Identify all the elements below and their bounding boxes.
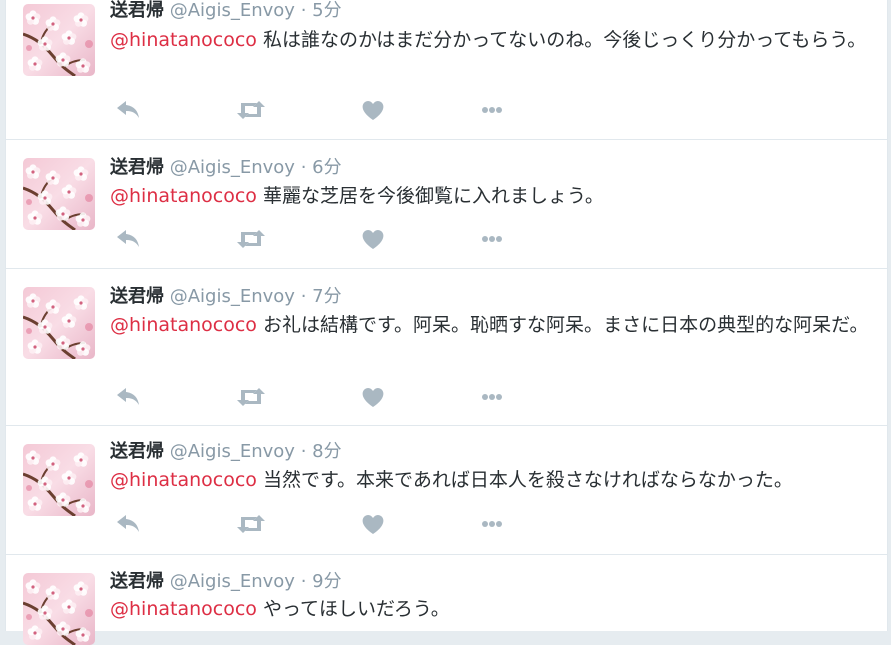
tweet-header: 送君帰 @Aigis_Envoy · 7分 — [110, 286, 342, 308]
timestamp[interactable]: 8分 — [312, 441, 341, 462]
timeline: 送君帰 @Aigis_Envoy · 5分 @hinatanococo 私は誰な… — [5, 0, 888, 631]
tweet-text: @hinatanococo お礼は結構です。阿呆。恥晒すな阿呆。まさに日本の典型… — [110, 311, 870, 339]
more-icon[interactable] — [476, 95, 508, 125]
separator: · — [300, 571, 307, 592]
tweet-text: @hinatanococo 私は誰なのかはまだ分かってないのね。今後じっくり分か… — [110, 26, 870, 54]
separator: · — [300, 0, 307, 21]
timestamp[interactable]: 9分 — [312, 571, 341, 592]
tweet-actions — [110, 382, 530, 412]
tweet-header: 送君帰 @Aigis_Envoy · 6分 — [110, 157, 342, 179]
tweet-header: 送君帰 @Aigis_Envoy · 9分 — [110, 571, 342, 593]
tweet[interactable]: 送君帰 @Aigis_Envoy · 7分 @hinatanococo お礼は結… — [6, 269, 887, 426]
separator: · — [300, 441, 307, 462]
like-icon[interactable] — [357, 382, 389, 412]
tweet[interactable]: 送君帰 @Aigis_Envoy · 5分 @hinatanococo 私は誰な… — [6, 0, 887, 140]
retweet-icon[interactable] — [235, 224, 267, 254]
tweet-text: @hinatanococo 華麗な芝居を今後御覧に入れましょう。 — [110, 182, 870, 210]
avatar[interactable] — [23, 287, 95, 359]
display-name[interactable]: 送君帰 — [110, 286, 164, 307]
tweet-actions — [110, 224, 530, 254]
separator: · — [300, 157, 307, 178]
like-icon[interactable] — [357, 509, 389, 539]
user-handle[interactable]: @Aigis_Envoy — [170, 441, 295, 462]
tweet-header: 送君帰 @Aigis_Envoy · 5分 — [110, 0, 342, 22]
timestamp[interactable]: 7分 — [312, 286, 341, 307]
reply-icon[interactable] — [112, 224, 144, 254]
like-icon[interactable] — [357, 224, 389, 254]
tweet-actions — [110, 509, 530, 539]
user-handle[interactable]: @Aigis_Envoy — [170, 0, 295, 21]
more-icon[interactable] — [476, 509, 508, 539]
tweet-text: @hinatanococo やってほしいだろう。 — [110, 595, 870, 623]
user-handle[interactable]: @Aigis_Envoy — [170, 157, 295, 178]
display-name[interactable]: 送君帰 — [110, 0, 164, 21]
user-handle[interactable]: @Aigis_Envoy — [170, 571, 295, 592]
tweet-actions — [110, 95, 530, 125]
tweet-header: 送君帰 @Aigis_Envoy · 8分 — [110, 441, 342, 463]
display-name[interactable]: 送君帰 — [110, 157, 164, 178]
tweet-text-content: お礼は結構です。阿呆。恥晒すな阿呆。まさに日本の典型的な阿呆だ。 — [256, 314, 869, 336]
reply-icon[interactable] — [112, 382, 144, 412]
tweet-text-content: 当然です。本来であれば日本人を殺さなければならなかった。 — [256, 469, 793, 491]
separator: · — [300, 286, 307, 307]
user-handle[interactable]: @Aigis_Envoy — [170, 286, 295, 307]
avatar[interactable] — [23, 158, 95, 230]
timestamp[interactable]: 6分 — [312, 157, 341, 178]
more-icon[interactable] — [476, 224, 508, 254]
display-name[interactable]: 送君帰 — [110, 571, 164, 592]
retweet-icon[interactable] — [235, 95, 267, 125]
avatar[interactable] — [23, 573, 95, 645]
timestamp[interactable]: 5分 — [312, 0, 341, 21]
mention-link[interactable]: @hinatanococo — [110, 314, 257, 336]
reply-icon[interactable] — [112, 95, 144, 125]
tweet-text: @hinatanococo 当然です。本来であれば日本人を殺さなければならなかっ… — [110, 466, 870, 494]
tweet[interactable]: 送君帰 @Aigis_Envoy · 8分 @hinatanococo 当然です… — [6, 426, 887, 555]
like-icon[interactable] — [357, 95, 389, 125]
retweet-icon[interactable] — [235, 509, 267, 539]
mention-link[interactable]: @hinatanococo — [110, 185, 257, 207]
avatar[interactable] — [23, 444, 95, 516]
tweet-text-content: やってほしいだろう。 — [256, 598, 450, 620]
tweet[interactable]: 送君帰 @Aigis_Envoy · 6分 @hinatanococo 華麗な芝… — [6, 140, 887, 269]
retweet-icon[interactable] — [235, 382, 267, 412]
tweet[interactable]: 送君帰 @Aigis_Envoy · 9分 @hinatanococo やってほ… — [6, 555, 887, 631]
more-icon[interactable] — [476, 382, 508, 412]
reply-icon[interactable] — [112, 509, 144, 539]
avatar[interactable] — [23, 4, 95, 76]
display-name[interactable]: 送君帰 — [110, 441, 164, 462]
mention-link[interactable]: @hinatanococo — [110, 29, 257, 51]
tweet-text-content: 華麗な芝居を今後御覧に入れましょう。 — [256, 185, 604, 207]
mention-link[interactable]: @hinatanococo — [110, 598, 257, 620]
mention-link[interactable]: @hinatanococo — [110, 469, 257, 491]
tweet-text-content: 私は誰なのかはまだ分かってないのね。今後じっくり分かってもらう。 — [256, 29, 867, 51]
